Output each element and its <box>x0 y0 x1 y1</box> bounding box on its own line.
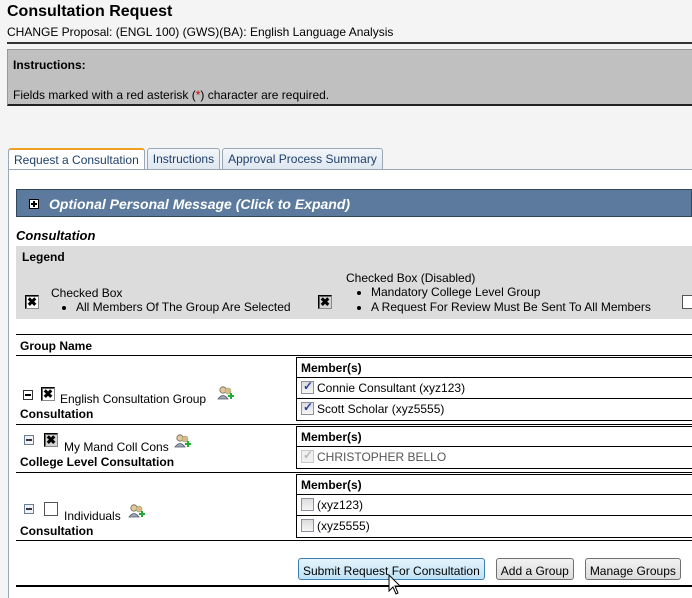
member-checkbox-disabled <box>301 448 314 463</box>
optional-personal-message-label: Optional Personal Message (Click to Expa… <box>49 196 351 212</box>
members-table: Member(s) CHRISTOPHER BELLO <box>296 426 692 469</box>
divider <box>16 424 692 425</box>
legend-item-bullets: All Members Of The Group Are Selected <box>54 300 291 315</box>
member-checkbox[interactable] <box>301 498 314 511</box>
group-select-checkbox-disabled: ✖ <box>44 433 58 447</box>
group-name-header: Group Name <box>20 339 93 353</box>
empty-checkbox-icon <box>682 295 692 309</box>
collapse-group-icon[interactable] <box>23 390 33 400</box>
action-buttons: Submit Request For Consultation Add a Gr… <box>298 558 681 580</box>
manage-groups-button[interactable]: Manage Groups <box>584 558 681 580</box>
group-select-checkbox[interactable]: ✖ <box>41 387 55 401</box>
members-header: Member(s) <box>297 427 692 447</box>
page-subtitle: CHANGE Proposal: (ENGL 100) (GWS)(BA): E… <box>7 25 394 39</box>
divider <box>16 334 692 335</box>
instructions-box: Instructions: Fields marked with a red a… <box>7 49 692 106</box>
add-member-icon[interactable] <box>174 434 192 450</box>
group-name: My Mand Coll Cons <box>64 440 169 454</box>
member-row: (xyz5555) <box>297 516 692 537</box>
legend-bullet: All Members Of The Group Are Selected <box>76 300 291 315</box>
group-type: Consultation <box>20 407 94 421</box>
member-name: (xyz5555) <box>317 519 370 533</box>
tab-request-consultation[interactable]: Request a Consultation <box>8 148 145 170</box>
group-type: Consultation <box>20 524 94 538</box>
divider <box>16 355 692 356</box>
x-checkbox-disabled-icon: ✖ <box>318 295 332 309</box>
tab-bar: Request a Consultation Instructions Appr… <box>8 148 383 170</box>
instructions-text-start: Fields marked with a red asterisk ( <box>13 88 196 102</box>
group-name: Individuals <box>64 509 121 523</box>
page-title: Consultation Request <box>7 3 173 20</box>
legend-item-bullets: Mandatory College Level Group A Request … <box>349 285 651 315</box>
legend-bullet: Mandatory College Level Group <box>371 285 651 300</box>
member-row: Scott Scholar (xyz5555) <box>297 399 692 420</box>
member-name: (xyz123) <box>317 498 364 512</box>
divider <box>16 472 692 473</box>
member-row: (xyz123) <box>297 495 692 516</box>
legend-heading: Legend <box>22 250 65 264</box>
group-type: College Level Consultation <box>20 455 175 469</box>
divider <box>16 585 692 587</box>
member-row: CHRISTOPHER BELLO <box>297 447 692 468</box>
instructions-heading: Instructions: <box>13 58 86 72</box>
member-name: Scott Scholar (xyz5555) <box>317 402 445 416</box>
tab-approval-process-summary[interactable]: Approval Process Summary <box>222 148 383 169</box>
member-checkbox[interactable] <box>301 379 314 394</box>
legend-bullet: A Request For Review Must Be Sent To All… <box>371 300 651 315</box>
member-checkbox[interactable] <box>301 519 314 532</box>
member-checkbox[interactable] <box>301 400 314 415</box>
add-group-button[interactable]: Add a Group <box>495 558 574 580</box>
plus-icon[interactable] <box>29 199 39 209</box>
members-header: Member(s) <box>297 475 692 495</box>
member-name: CHRISTOPHER BELLO <box>317 450 447 464</box>
mouse-cursor-icon <box>388 574 402 595</box>
members-table: Member(s) Connie Consultant (xyz123) Sco… <box>296 357 692 421</box>
instructions-text: Fields marked with a red asterisk (*) ch… <box>13 88 329 102</box>
member-name: Connie Consultant (xyz123) <box>317 381 466 395</box>
divider <box>16 540 692 541</box>
collapse-group-icon[interactable] <box>24 504 34 514</box>
member-row: Connie Consultant (xyz123) <box>297 378 692 399</box>
add-member-icon[interactable] <box>128 504 146 520</box>
title-divider <box>7 42 692 44</box>
legend-item-title: Checked Box (Disabled) <box>346 271 476 285</box>
collapse-group-icon[interactable] <box>24 435 34 445</box>
instructions-text-end: ) character are required. <box>200 88 330 102</box>
members-table: Member(s) (xyz123) (xyz5555) <box>296 474 692 538</box>
tab-instructions[interactable]: Instructions <box>146 148 221 169</box>
legend: Legend ✖ Checked Box All Members Of The … <box>16 246 692 319</box>
add-member-icon[interactable] <box>217 386 235 402</box>
x-checkbox-icon: ✖ <box>25 295 39 309</box>
optional-personal-message-toggle[interactable]: Optional Personal Message (Click to Expa… <box>16 189 692 217</box>
members-header: Member(s) <box>297 358 692 378</box>
group-select-checkbox[interactable] <box>44 502 58 516</box>
legend-item-title: Checked Box <box>51 286 123 300</box>
group-name: English Consultation Group <box>60 392 207 406</box>
section-title: Consultation <box>16 228 96 243</box>
